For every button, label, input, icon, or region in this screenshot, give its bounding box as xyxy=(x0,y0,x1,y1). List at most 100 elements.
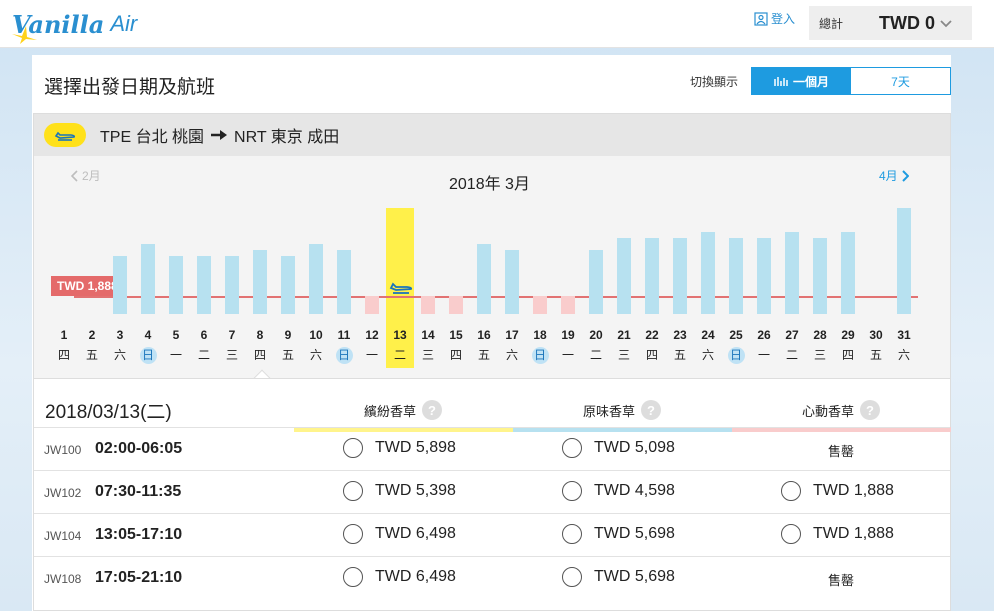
fare-radio[interactable] xyxy=(343,524,363,544)
fare-radio[interactable] xyxy=(562,438,582,458)
fare-option[interactable]: TWD 1,888 xyxy=(781,481,894,501)
calendar-day[interactable]: 10 六 xyxy=(305,328,327,364)
calendar-day[interactable]: 27 二 xyxy=(781,328,803,364)
calendar-day[interactable]: 14 三 xyxy=(417,328,439,364)
calendar-day[interactable]: 24 六 xyxy=(697,328,719,364)
calendar-day[interactable]: 28 三 xyxy=(809,328,831,364)
calendar-day[interactable]: 2五 xyxy=(81,328,103,364)
price-bar[interactable] xyxy=(253,250,267,314)
calendar-day[interactable]: 20 二 xyxy=(585,328,607,364)
next-month-button[interactable]: 4月 xyxy=(879,167,909,184)
fare-option[interactable]: TWD 5,698 xyxy=(562,567,675,587)
price-bar[interactable] xyxy=(589,250,603,314)
calendar-day[interactable]: 16 五 xyxy=(473,328,495,364)
calendar-day[interactable]: 23 五 xyxy=(669,328,691,364)
fare-option[interactable]: TWD 4,598 xyxy=(562,481,675,501)
calendar-day[interactable]: 18 日 xyxy=(529,328,551,364)
price-bar[interactable] xyxy=(701,232,715,314)
calendar-day[interactable]: 17 六 xyxy=(501,328,523,364)
price-bar[interactable] xyxy=(841,232,855,314)
total-dropdown[interactable]: 總計 TWD 0 xyxy=(809,6,972,40)
weekday-label: 五 xyxy=(281,348,294,362)
calendar-day[interactable]: 5一 xyxy=(165,328,187,364)
day-number: 30 xyxy=(869,328,883,342)
calendar-day[interactable]: 9五 xyxy=(277,328,299,364)
flight-time: 07:30-11:35 xyxy=(95,483,182,500)
flight-row: JW104 13:05-17:10 TWD 6,498 TWD 5,698 TWD 1,… xyxy=(34,513,950,556)
fare-option[interactable]: TWD 1,888 xyxy=(781,524,894,544)
calendar-day[interactable]: 26 一 xyxy=(753,328,775,364)
calendar-day[interactable]: 1四 xyxy=(53,328,75,364)
calendar-day[interactable]: 29 四 xyxy=(837,328,859,364)
calendar-day[interactable]: 25 日 xyxy=(725,328,747,364)
calendar-day[interactable]: 13 二 xyxy=(389,324,411,364)
fare-option[interactable]: TWD 6,498 xyxy=(343,567,456,587)
price-bar[interactable] xyxy=(141,244,155,314)
price-bar[interactable] xyxy=(645,238,659,314)
price-bar[interactable] xyxy=(309,244,323,314)
fare-radio[interactable] xyxy=(562,567,582,587)
calendar-day[interactable]: 21 三 xyxy=(613,328,635,364)
calendar-day[interactable]: 8四 xyxy=(249,328,271,364)
price-bar[interactable] xyxy=(197,256,211,314)
price-bar[interactable] xyxy=(785,232,799,314)
fare-radio[interactable] xyxy=(781,524,801,544)
price-bar[interactable] xyxy=(421,296,435,314)
price-bar[interactable] xyxy=(729,238,743,314)
price-bar[interactable] xyxy=(533,296,547,314)
toggle-month-button[interactable]: 一個月 xyxy=(752,68,851,94)
fare-radio[interactable] xyxy=(781,481,801,501)
fare-radio[interactable] xyxy=(343,438,363,458)
price-bar[interactable] xyxy=(813,238,827,314)
price-bar[interactable] xyxy=(505,250,519,314)
price-bar[interactable] xyxy=(281,256,295,314)
price-bar[interactable] xyxy=(337,250,351,314)
calendar-day[interactable]: 31 六 xyxy=(893,328,915,364)
fare-radio[interactable] xyxy=(343,481,363,501)
fare-option[interactable]: TWD 5,098 xyxy=(562,438,675,458)
calendar-day[interactable]: 6二 xyxy=(193,328,215,364)
fare-price: TWD 5,098 xyxy=(594,439,675,456)
price-bar[interactable] xyxy=(897,208,911,314)
calendar-day[interactable]: 11 日 xyxy=(333,328,355,364)
price-bar[interactable] xyxy=(477,244,491,314)
fare-option[interactable]: TWD 5,898 xyxy=(343,438,456,458)
calendar-day[interactable]: 12 一 xyxy=(361,328,383,364)
price-bar[interactable] xyxy=(449,296,463,314)
price-bar[interactable] xyxy=(617,238,631,314)
vanilla-air-logo[interactable]: Vanilla Air xyxy=(12,4,137,44)
calendar-day[interactable]: 22 四 xyxy=(641,328,663,364)
calendar-box: TPE 台北 桃園 NRT 東京 成田 2月 2018年 3月 4月 TWD 1… xyxy=(33,113,951,611)
fare-radio[interactable] xyxy=(562,524,582,544)
toggle-week-button[interactable]: 7天 xyxy=(851,68,950,94)
day-number: 21 xyxy=(617,328,631,342)
help-icon[interactable]: ? xyxy=(641,400,661,420)
help-icon[interactable]: ? xyxy=(422,400,442,420)
login-button[interactable]: 登入 xyxy=(754,10,795,27)
prev-month-button[interactable]: 2月 xyxy=(71,167,101,184)
weekday-label: 日 xyxy=(139,347,157,364)
calendar-day[interactable]: 3六 xyxy=(109,328,131,364)
calendar-day[interactable]: 30 五 xyxy=(865,328,887,364)
price-bar[interactable] xyxy=(757,238,771,314)
price-bar[interactable] xyxy=(673,238,687,314)
price-bar[interactable] xyxy=(365,296,379,314)
calendar-day[interactable]: 15 四 xyxy=(445,328,467,364)
fare-option[interactable]: TWD 5,398 xyxy=(343,481,456,501)
toggle-month-label: 一個月 xyxy=(792,74,829,89)
fare-radio[interactable] xyxy=(343,567,363,587)
login-label: 登入 xyxy=(771,12,796,26)
fare-header-original: 原味香草 ? xyxy=(513,393,731,427)
help-icon[interactable]: ? xyxy=(860,400,880,420)
day-number: 18 xyxy=(533,328,547,342)
price-bar[interactable] xyxy=(225,256,239,314)
calendar-day[interactable]: 19 一 xyxy=(557,328,579,364)
price-bar[interactable] xyxy=(169,256,183,314)
fare-option[interactable]: TWD 6,498 xyxy=(343,524,456,544)
calendar-day[interactable]: 7三 xyxy=(221,328,243,364)
fare-option[interactable]: TWD 5,698 xyxy=(562,524,675,544)
price-bar[interactable] xyxy=(113,256,127,314)
fare-radio[interactable] xyxy=(562,481,582,501)
price-bar[interactable] xyxy=(561,296,575,314)
calendar-day[interactable]: 4日 xyxy=(137,328,159,364)
